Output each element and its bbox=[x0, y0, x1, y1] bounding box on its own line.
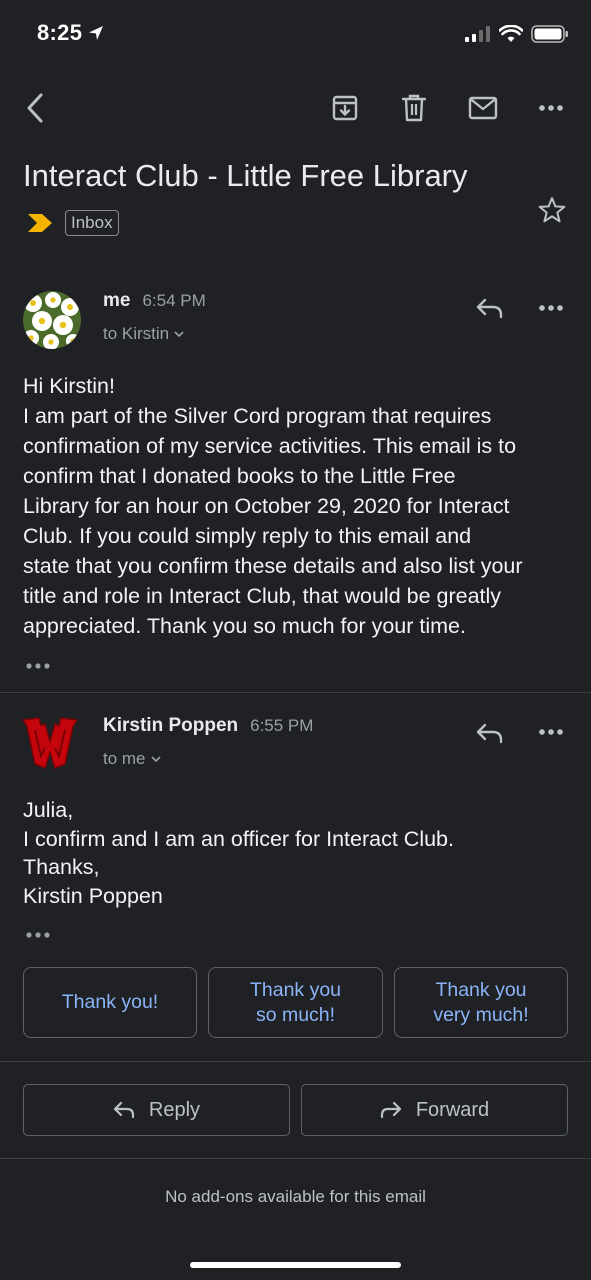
message-more-button[interactable] bbox=[537, 724, 565, 740]
recipient-text: to Kirstin bbox=[103, 324, 170, 343]
recipient-text: to me bbox=[103, 749, 146, 768]
show-trimmed-content-button[interactable] bbox=[24, 929, 52, 941]
more-horizontal-icon bbox=[539, 105, 563, 111]
mail-icon bbox=[468, 96, 498, 120]
delete-button[interactable] bbox=[400, 93, 428, 123]
message-header: me 6:54 PM bbox=[103, 290, 206, 312]
message-body: Julia, I confirm and I am an officer for… bbox=[23, 798, 454, 908]
important-marker-icon[interactable] bbox=[27, 213, 53, 233]
w-logo-icon bbox=[22, 717, 78, 769]
more-horizontal-icon bbox=[539, 729, 563, 735]
sender-avatar[interactable] bbox=[21, 714, 79, 770]
smart-reply-chip[interactable]: Thank you very much! bbox=[394, 967, 568, 1038]
more-options-button[interactable] bbox=[537, 100, 565, 116]
email-subject: Interact Club - Little Free Library bbox=[23, 158, 468, 193]
daisy-avatar-icon bbox=[23, 291, 81, 349]
forward-label: Forward bbox=[415, 1098, 490, 1121]
reply-icon bbox=[476, 298, 503, 319]
inbox-label-chip[interactable]: Inbox bbox=[65, 210, 119, 236]
forward-icon bbox=[380, 1101, 401, 1119]
sender-avatar[interactable] bbox=[23, 291, 81, 349]
message-more-button[interactable] bbox=[537, 300, 565, 316]
smart-reply-chip[interactable]: Thank you so much! bbox=[208, 967, 383, 1038]
star-icon bbox=[538, 196, 566, 222]
reply-button[interactable]: Reply bbox=[23, 1084, 290, 1136]
reply-icon-button[interactable] bbox=[474, 296, 504, 320]
archive-button[interactable] bbox=[331, 94, 359, 122]
location-arrow-icon bbox=[89, 26, 104, 40]
back-arrow-icon bbox=[27, 93, 43, 123]
message-time: 6:55 PM bbox=[250, 716, 314, 735]
recipient-toggle[interactable]: to me bbox=[103, 749, 162, 769]
recipient-toggle[interactable]: to Kirstin bbox=[103, 324, 185, 344]
battery-icon bbox=[531, 25, 568, 43]
status-icons bbox=[465, 25, 569, 43]
sender-name: Kirstin Poppen bbox=[103, 715, 239, 736]
ellipsis-icon bbox=[26, 663, 50, 669]
message-body: Hi Kirstin! I am part of the Silver Cord… bbox=[23, 374, 523, 638]
cellular-signal-icon bbox=[465, 26, 490, 42]
mark-unread-button[interactable] bbox=[467, 95, 499, 121]
message-header: Kirstin Poppen 6:55 PM bbox=[103, 715, 313, 737]
section-divider bbox=[0, 1158, 591, 1159]
smart-reply-chip[interactable]: Thank you! bbox=[23, 967, 197, 1038]
chevron-down-icon bbox=[174, 331, 184, 338]
archive-icon bbox=[332, 95, 358, 121]
star-button[interactable] bbox=[537, 195, 567, 223]
message-divider bbox=[0, 692, 591, 693]
section-divider bbox=[0, 1061, 591, 1062]
chevron-down-icon bbox=[150, 756, 161, 763]
reply-icon bbox=[476, 723, 503, 744]
label-row: Inbox bbox=[27, 210, 119, 236]
wifi-icon bbox=[499, 25, 523, 42]
back-button[interactable] bbox=[20, 92, 50, 124]
addons-message: No add-ons available for this email bbox=[165, 1187, 426, 1206]
reply-icon-button[interactable] bbox=[474, 721, 504, 745]
more-horizontal-icon bbox=[539, 305, 563, 311]
reply-icon bbox=[113, 1101, 135, 1119]
home-indicator[interactable] bbox=[190, 1262, 401, 1268]
show-trimmed-content-button[interactable] bbox=[24, 660, 52, 672]
status-time: 8:25 bbox=[37, 20, 104, 46]
ellipsis-icon bbox=[26, 932, 50, 938]
sender-name: me bbox=[103, 290, 131, 311]
trash-icon bbox=[402, 94, 426, 122]
message-time: 6:54 PM bbox=[142, 291, 206, 310]
forward-button[interactable]: Forward bbox=[301, 1084, 568, 1136]
reply-label: Reply bbox=[148, 1098, 201, 1121]
